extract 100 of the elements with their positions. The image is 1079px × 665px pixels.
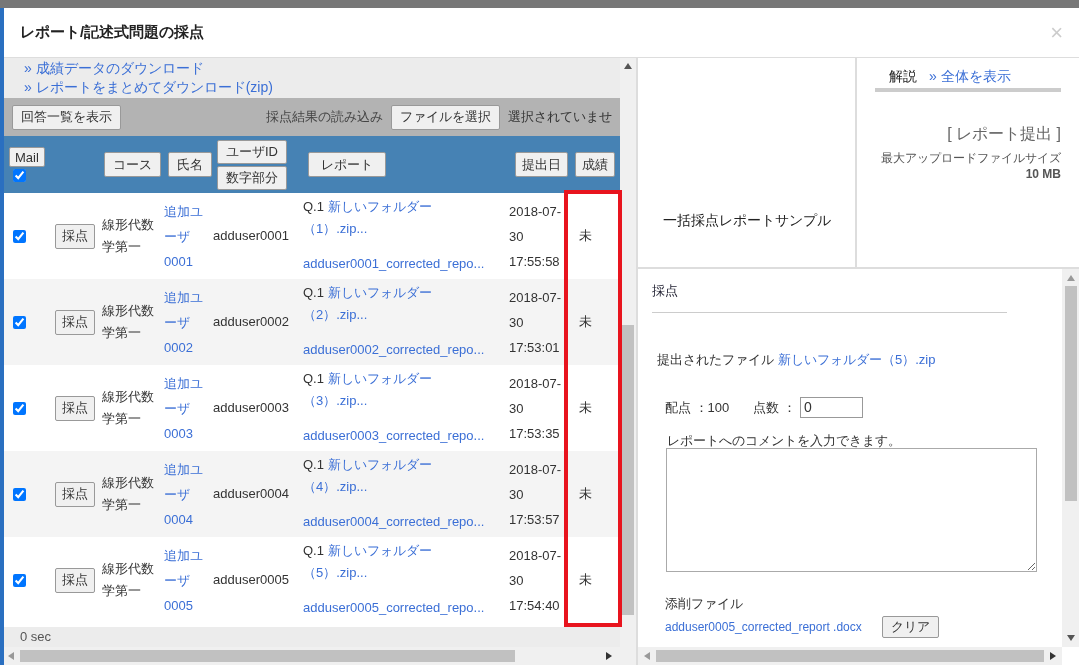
- course-cell-text: 線形代数学第一: [102, 388, 155, 428]
- score-field[interactable]: 0: [799, 397, 863, 418]
- course-cell-text: 線形代数学第一: [102, 474, 155, 514]
- row-checkbox[interactable]: [13, 573, 26, 587]
- corrected-file-link[interactable]: adduser0003_corrected_repo...: [303, 425, 509, 447]
- dialog-title: レポート/記述式問題の採点: [20, 22, 205, 43]
- submitted-file-label: 提出されたファイル: [657, 350, 774, 369]
- student-name-link[interactable]: 追加ユーザ0003: [164, 370, 208, 446]
- answer-list-button[interactable]: 回答一覧を表示: [12, 104, 121, 130]
- date-cell-text: 2018-07-: [509, 374, 563, 393]
- corrected-file-link[interactable]: adduser0005_corrected_report .docx: [665, 617, 862, 636]
- grade-button[interactable]: 採点: [55, 309, 95, 335]
- date-sort-button[interactable]: 提出日: [515, 152, 569, 177]
- scroll-down-icon[interactable]: [1066, 635, 1075, 641]
- scroll-left-icon[interactable]: [8, 652, 14, 660]
- corrected-file-link[interactable]: adduser0005_corrected_repo...: [303, 597, 509, 619]
- comment-field[interactable]: [666, 448, 1037, 572]
- report-file-text: Q.1 新しいフォルダー（1）.zip...: [303, 198, 433, 238]
- clear-button[interactable]: クリア: [881, 615, 939, 638]
- user-id-sort-button[interactable]: ユーザID: [217, 139, 287, 164]
- date-cell-text: 2018-07-: [509, 288, 563, 307]
- course-sort-button[interactable]: コース: [104, 152, 161, 177]
- report-sort-button[interactable]: レポート: [308, 152, 386, 177]
- date-cell-text: 2018-07-: [509, 460, 563, 479]
- row-checkbox[interactable]: [13, 487, 26, 501]
- grade-status: 未: [579, 227, 592, 246]
- scrollbar-thumb[interactable]: [622, 325, 634, 615]
- explanation-tab[interactable]: 解説: [889, 66, 917, 87]
- date-cell-text: 17:53:01: [509, 338, 561, 357]
- show-all-link[interactable]: » 全体を表示: [929, 66, 1011, 87]
- scroll-right-icon[interactable]: [1050, 652, 1056, 660]
- grade-button[interactable]: 採点: [55, 223, 95, 249]
- import-label: 採点結果の読み込み: [266, 108, 384, 127]
- user-id-cell-text: adduser0004: [213, 485, 290, 504]
- corrected-file-link[interactable]: adduser0002_corrected_repo...: [303, 339, 509, 361]
- corrected-file-link[interactable]: adduser0004_corrected_repo...: [303, 511, 509, 533]
- course-cell-text: 線形代数学第一: [102, 216, 155, 256]
- user-id-cell-text: adduser0003: [213, 399, 290, 418]
- vertical-scrollbar[interactable]: [1062, 269, 1079, 647]
- date-cell-text: 30: [509, 571, 525, 590]
- scroll-up-icon[interactable]: [624, 63, 632, 69]
- report-file-text: Q.1 新しいフォルダー（5）.zip...: [303, 542, 433, 582]
- date-cell-text: 17:54:40: [509, 596, 561, 615]
- grade-status: 未: [579, 485, 592, 504]
- mail-button[interactable]: Mail: [9, 147, 45, 167]
- grade-button[interactable]: 採点: [55, 395, 95, 421]
- grade-button[interactable]: 採点: [55, 481, 95, 507]
- row-checkbox[interactable]: [13, 315, 26, 329]
- row-checkbox[interactable]: [13, 401, 26, 415]
- scrollbar-thumb[interactable]: [656, 650, 1044, 662]
- report-file-text: Q.1 新しいフォルダー（2）.zip...: [303, 284, 433, 324]
- date-cell-text: 17:53:35: [509, 424, 561, 443]
- student-name-link[interactable]: 追加ユーザ0004: [164, 456, 208, 532]
- report-file-text: Q.1 新しいフォルダー（3）.zip...: [303, 370, 433, 410]
- full-marks-text: 配点 ：100: [665, 398, 730, 417]
- select-all-checkbox[interactable]: [13, 169, 26, 182]
- max-upload-size: 最大アップロードファイルサイズ 10 MB: [880, 150, 1061, 182]
- vertical-scrollbar[interactable]: [620, 58, 636, 647]
- date-cell-text: 30: [509, 399, 525, 418]
- report-file-text: Q.1 新しいフォルダー（4）.zip...: [303, 456, 433, 496]
- scrollbar-thumb[interactable]: [1064, 286, 1077, 501]
- date-cell-text: 30: [509, 313, 525, 332]
- download-link[interactable]: » 成績データのダウンロード: [24, 59, 601, 78]
- file-select-button[interactable]: ファイルを選択: [391, 104, 501, 130]
- student-name-link[interactable]: 追加ユーザ0001: [164, 198, 208, 274]
- date-cell-text: 17:55:58: [509, 252, 561, 271]
- score-label: 点数 ：: [753, 398, 796, 417]
- download-link[interactable]: » レポートをまとめてダウンロード(zip): [24, 78, 601, 97]
- comment-label: レポートへのコメントを入力できます。: [666, 434, 902, 448]
- course-cell-text: 線形代数学第一: [102, 302, 155, 342]
- horizontal-scrollbar[interactable]: [4, 647, 636, 665]
- file-status: 選択されていませ: [508, 108, 613, 127]
- grade-status: 未: [579, 399, 592, 418]
- name-sort-button[interactable]: 氏名: [168, 152, 212, 177]
- scroll-left-icon[interactable]: [644, 652, 650, 660]
- grade-status: 未: [579, 571, 592, 590]
- student-name-link[interactable]: 追加ユーザ0005: [164, 542, 208, 618]
- elapsed-time: 0 sec: [20, 628, 52, 647]
- grading-heading: 採点: [652, 282, 679, 300]
- date-cell-text: 30: [509, 485, 525, 504]
- scroll-right-icon[interactable]: [606, 652, 612, 660]
- report-submit-heading: [ レポート提出 ]: [947, 124, 1061, 144]
- grade-sort-button[interactable]: 成績: [575, 152, 616, 177]
- corrected-file-label: 添削ファイル: [664, 595, 744, 613]
- number-sort-button[interactable]: 数字部分: [217, 165, 287, 190]
- horizontal-scrollbar[interactable]: [638, 647, 1062, 665]
- grade-status: 未: [579, 313, 592, 332]
- date-cell-text: 2018-07-: [509, 202, 563, 221]
- corrected-file-link[interactable]: adduser0001_corrected_repo...: [303, 253, 509, 275]
- scrollbar-thumb[interactable]: [20, 650, 515, 662]
- course-cell-text: 線形代数学第一: [102, 560, 155, 600]
- submitted-file-link[interactable]: 新しいフォルダー（5）.zip: [778, 349, 936, 369]
- date-cell-text: 17:53:57: [509, 510, 561, 529]
- date-cell-text: 2018-07-: [509, 546, 563, 565]
- user-id-cell-text: adduser0002: [213, 313, 290, 332]
- preview-title: 一括採点レポートサンプル: [662, 211, 831, 230]
- student-name-link[interactable]: 追加ユーザ0002: [164, 284, 208, 360]
- grade-button[interactable]: 採点: [55, 567, 95, 593]
- date-cell-text: 30: [509, 227, 525, 246]
- row-checkbox[interactable]: [13, 229, 26, 243]
